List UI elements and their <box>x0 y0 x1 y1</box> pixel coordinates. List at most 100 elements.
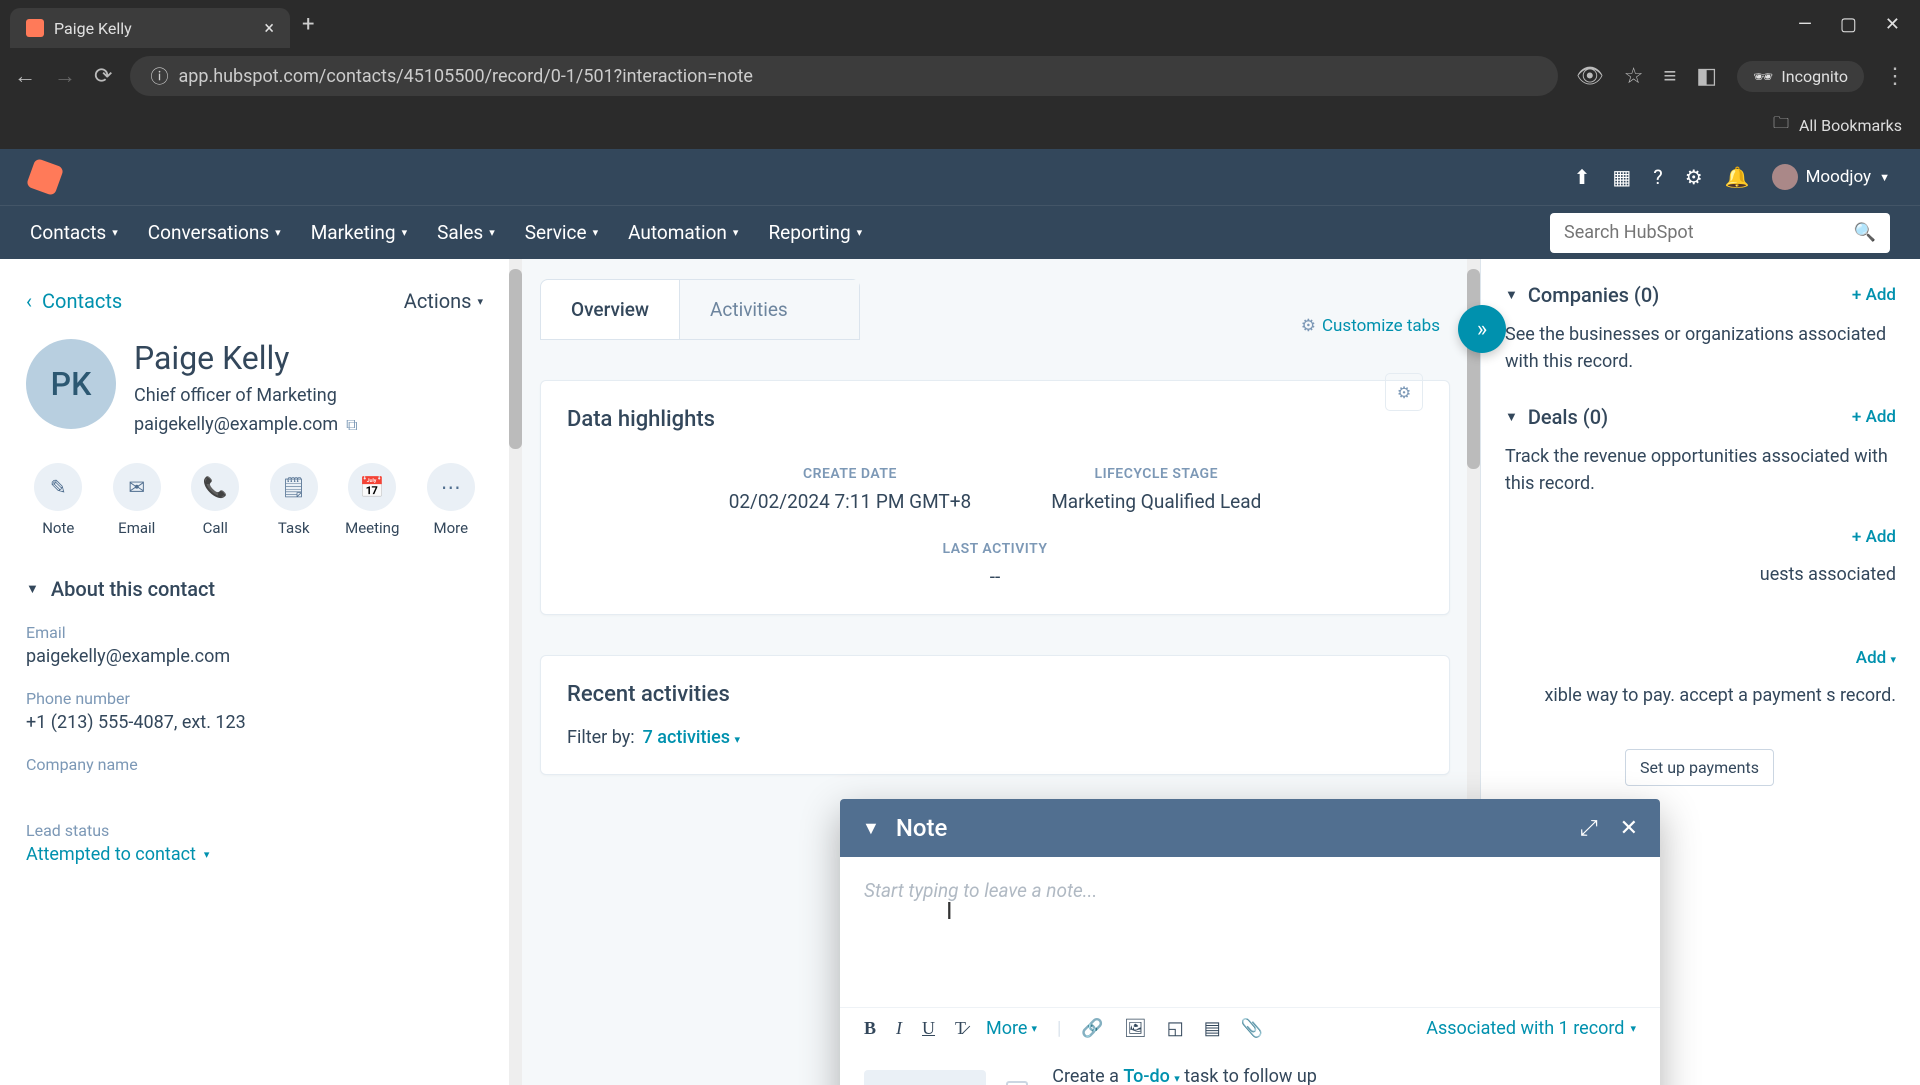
more-formatting-dropdown[interactable]: More▾ <box>986 1018 1037 1039</box>
deals-section-toggle[interactable]: ▼Deals (0)+ Add <box>1505 405 1896 429</box>
create-date-label: CREATE DATE <box>729 466 972 482</box>
create-task-checkbox[interactable] <box>1006 1081 1028 1085</box>
expand-fab-button[interactable]: » <box>1458 305 1506 353</box>
add-deal-link[interactable]: + Add <box>1852 407 1896 427</box>
lead-status-dropdown[interactable]: Attempted to contact▾ <box>26 844 483 865</box>
nav-conversations[interactable]: Conversations▾ <box>148 221 281 244</box>
close-icon[interactable]: ✕ <box>1620 816 1638 841</box>
nav-contacts[interactable]: Contacts▾ <box>30 221 118 244</box>
clear-format-button[interactable]: T̷ <box>955 1018 966 1039</box>
email-field-value[interactable]: paigekelly@example.com <box>26 646 483 667</box>
expand-icon[interactable]: ⤢ <box>1580 816 1598 841</box>
filter-activities-dropdown[interactable]: 7 activities ▾ <box>643 727 740 748</box>
quick-call-button[interactable]: 📞 <box>191 463 239 511</box>
italic-button[interactable]: I <box>896 1018 902 1039</box>
add-ticket-link[interactable]: + Add <box>1852 527 1896 547</box>
link-button[interactable]: 🔗 <box>1081 1018 1103 1039</box>
contact-name: Paige Kelly <box>134 339 358 377</box>
eye-off-icon[interactable]: 👁 <box>1576 64 1604 89</box>
tab-activities[interactable]: Activities <box>679 280 859 339</box>
menu-icon[interactable]: ⋮ <box>1884 64 1906 89</box>
tab-overview[interactable]: Overview <box>541 280 679 339</box>
image-button[interactable]: 🖼 <box>1124 1018 1147 1039</box>
search-icon[interactable]: 🔍 <box>1854 222 1876 243</box>
collapse-icon[interactable]: ▼ <box>862 818 880 839</box>
settings-icon[interactable]: ⚙ <box>1685 165 1703 189</box>
nav-automation[interactable]: Automation▾ <box>628 221 738 244</box>
attachment-button[interactable]: 📎 <box>1241 1018 1263 1039</box>
address-bar[interactable]: ⓘ app.hubspot.com/contacts/45105500/reco… <box>130 56 1557 96</box>
site-info-icon[interactable]: ⓘ <box>150 63 168 89</box>
quick-more-button[interactable]: ⋯ <box>427 463 475 511</box>
quick-note-button[interactable]: ✎ <box>34 463 82 511</box>
bold-button[interactable]: B <box>864 1018 876 1039</box>
search-input[interactable] <box>1564 222 1824 243</box>
chevron-down-icon: ▾ <box>734 733 740 746</box>
hubspot-logo-icon[interactable] <box>26 158 64 196</box>
folder-icon: 🗀 <box>1773 112 1789 139</box>
hubspot-favicon <box>26 19 44 37</box>
save-note-button[interactable]: Save note <box>864 1070 986 1085</box>
reload-icon[interactable]: ⟳ <box>94 64 112 89</box>
back-icon[interactable]: ← <box>14 63 36 89</box>
star-icon[interactable]: ☆ <box>1624 64 1644 89</box>
nav-sales[interactable]: Sales▾ <box>437 221 495 244</box>
create-date-value: 02/02/2024 7:11 PM GMT+8 <box>729 490 972 513</box>
tab-title: Paige Kelly <box>54 19 132 38</box>
lifecycle-label: LIFECYCLE STAGE <box>1051 466 1261 482</box>
help-icon[interactable]: ? <box>1653 165 1662 189</box>
setup-payments-button[interactable]: Set up payments <box>1625 749 1774 786</box>
side-panel-icon[interactable]: ◧ <box>1696 64 1717 89</box>
data-highlights-settings-button[interactable]: ⚙ <box>1385 373 1423 411</box>
quick-task-button[interactable]: 🗒 <box>270 463 318 511</box>
playlist-icon[interactable]: ≡ <box>1663 63 1676 89</box>
minimize-icon[interactable]: — <box>1798 14 1812 35</box>
chevron-down-icon: ▼ <box>1505 287 1518 303</box>
chevron-down-icon: ▾ <box>204 848 210 861</box>
quick-email-button[interactable]: ✉ <box>113 463 161 511</box>
companies-section-toggle[interactable]: ▼Companies (0)+ Add <box>1505 283 1896 307</box>
actions-dropdown[interactable]: Actions▾ <box>404 289 483 313</box>
associated-records-dropdown[interactable]: Associated with 1 record▾ <box>1426 1018 1636 1039</box>
company-field-value[interactable] <box>26 778 483 799</box>
chevron-down-icon: ▼ <box>1505 409 1518 425</box>
maximize-icon[interactable]: ▢ <box>1840 14 1857 35</box>
primary-nav: Contacts▾ Conversations▾ Marketing▾ Sale… <box>0 205 1920 259</box>
all-bookmarks-link[interactable]: All Bookmarks <box>1799 116 1902 135</box>
incognito-badge[interactable]: 🕶 Incognito <box>1737 61 1864 92</box>
app-header: ⬆ ▦ ? ⚙ 🔔 Moodjoy ▼ <box>0 149 1920 205</box>
marketplace-icon[interactable]: ▦ <box>1612 165 1631 189</box>
user-menu[interactable]: Moodjoy ▼ <box>1772 164 1890 190</box>
add-payment-dropdown[interactable]: Add ▾ <box>1856 648 1896 668</box>
nav-marketing[interactable]: Marketing▾ <box>311 221 407 244</box>
note-textarea[interactable]: Start typing to leave a note... I <box>840 857 1660 1007</box>
quick-meeting-button[interactable]: 📅 <box>348 463 396 511</box>
document-button[interactable]: ▤ <box>1204 1018 1221 1039</box>
forward-icon: → <box>54 63 76 89</box>
back-to-contacts-link[interactable]: ‹Contacts <box>26 289 122 313</box>
nav-service[interactable]: Service▾ <box>525 221 598 244</box>
recent-activities-title: Recent activities <box>567 682 730 707</box>
payments-desc-fragment: xible way to pay. accept a payment s rec… <box>1505 682 1896 709</box>
underline-button[interactable]: U <box>922 1018 935 1039</box>
about-section-toggle[interactable]: ▼About this contact <box>26 577 483 601</box>
upgrade-icon[interactable]: ⬆ <box>1574 165 1591 189</box>
notifications-icon[interactable]: 🔔 <box>1725 165 1750 189</box>
add-company-link[interactable]: + Add <box>1852 285 1896 305</box>
new-tab-icon[interactable]: + <box>302 12 314 37</box>
customize-tabs-link[interactable]: ⚙Customize tabs <box>1301 316 1440 336</box>
gear-icon: ⚙ <box>1397 383 1411 402</box>
snippet-button[interactable]: ◱ <box>1167 1018 1184 1039</box>
copy-icon[interactable]: ⧉ <box>346 415 357 435</box>
search-box[interactable]: 🔍 <box>1550 213 1890 253</box>
nav-reporting[interactable]: Reporting▾ <box>768 221 862 244</box>
lifecycle-value: Marketing Qualified Lead <box>1051 490 1261 513</box>
browser-tab[interactable]: Paige Kelly × <box>10 8 290 48</box>
incognito-icon: 🕶 <box>1753 67 1773 86</box>
close-tab-icon[interactable]: × <box>264 18 274 39</box>
phone-field-label: Phone number <box>26 689 483 708</box>
phone-field-value[interactable]: +1 (213) 555-4087, ext. 123 <box>26 712 483 733</box>
todo-type-dropdown[interactable]: To-do ▾ <box>1123 1066 1179 1085</box>
url-text: app.hubspot.com/contacts/45105500/record… <box>178 66 752 87</box>
close-window-icon[interactable]: ✕ <box>1885 14 1900 35</box>
